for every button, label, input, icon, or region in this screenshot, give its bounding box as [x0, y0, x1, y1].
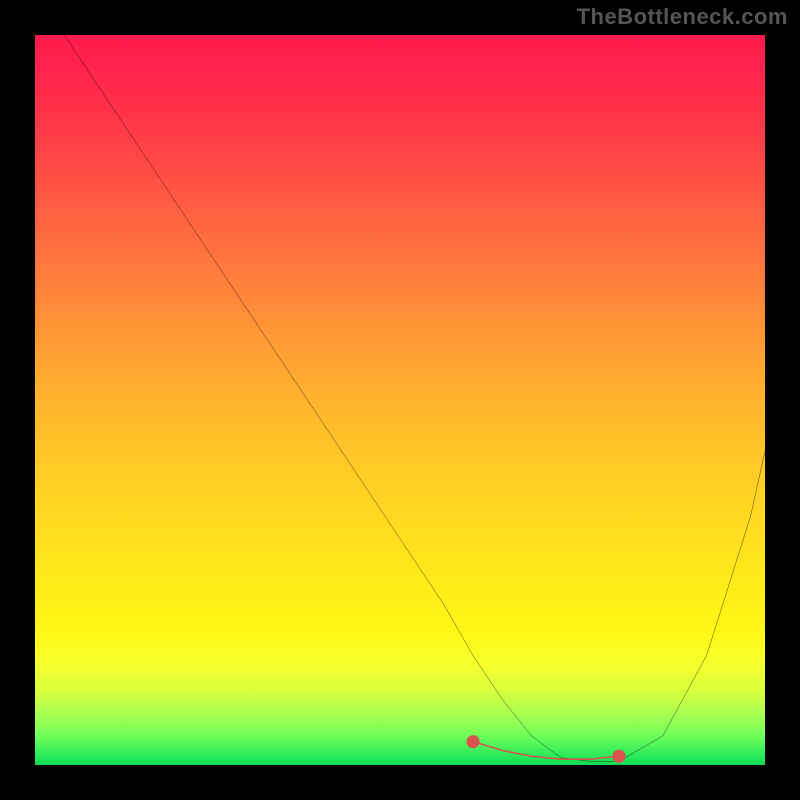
- watermark-text: TheBottleneck.com: [577, 4, 788, 30]
- optimal-range-highlight: [35, 35, 765, 765]
- chart-frame: TheBottleneck.com: [0, 0, 800, 800]
- plot-area: [35, 35, 765, 765]
